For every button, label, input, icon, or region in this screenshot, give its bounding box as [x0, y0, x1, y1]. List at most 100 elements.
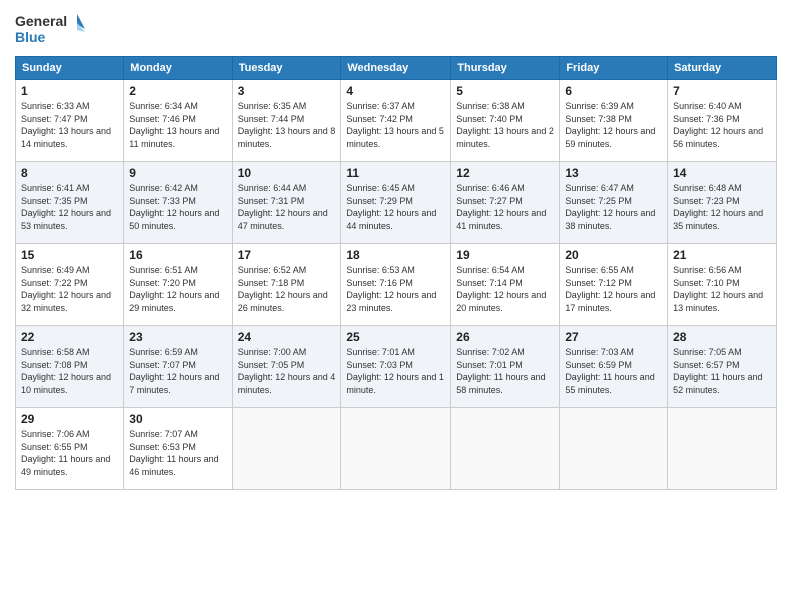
week-row-2: 8 Sunrise: 6:41 AMSunset: 7:35 PMDaylight…	[16, 162, 777, 244]
calendar-cell	[341, 408, 451, 490]
calendar-cell	[232, 408, 341, 490]
day-number: 29	[21, 412, 118, 426]
day-info: Sunrise: 6:37 AMSunset: 7:42 PMDaylight:…	[346, 100, 445, 150]
day-header-saturday: Saturday	[668, 57, 777, 80]
calendar-table: SundayMondayTuesdayWednesdayThursdayFrid…	[15, 56, 777, 490]
calendar-cell: 4 Sunrise: 6:37 AMSunset: 7:42 PMDaylight…	[341, 80, 451, 162]
day-header-monday: Monday	[124, 57, 232, 80]
week-row-5: 29 Sunrise: 7:06 AMSunset: 6:55 PMDayligh…	[16, 408, 777, 490]
calendar-cell: 13Sunrise: 6:47 AMSunset: 7:25 PMDayligh…	[560, 162, 668, 244]
day-number: 10	[238, 166, 336, 180]
calendar-cell: 24 Sunrise: 7:00 AMSunset: 7:05 PMDayligh…	[232, 326, 341, 408]
day-number: 16	[129, 248, 226, 262]
calendar-cell: 15 Sunrise: 6:49 AMSunset: 7:22 PMDayligh…	[16, 244, 124, 326]
day-info: Sunrise: 7:03 AMSunset: 6:59 PMDaylight:…	[565, 346, 662, 396]
day-info: Sunrise: 6:38 AMSunset: 7:40 PMDaylight:…	[456, 100, 554, 150]
calendar-cell: 17 Sunrise: 6:52 AMSunset: 7:18 PMDayligh…	[232, 244, 341, 326]
day-number: 14	[673, 166, 771, 180]
day-number: 12	[456, 166, 554, 180]
calendar-cell: 3Sunrise: 6:35 AMSunset: 7:44 PMDaylight…	[232, 80, 341, 162]
day-info: Sunrise: 6:33 AMSunset: 7:47 PMDaylight:…	[21, 100, 118, 150]
calendar-cell: 25Sunrise: 7:01 AMSunset: 7:03 PMDayligh…	[341, 326, 451, 408]
day-number: 25	[346, 330, 445, 344]
calendar-cell: 27Sunrise: 7:03 AMSunset: 6:59 PMDayligh…	[560, 326, 668, 408]
logo-svg: General Blue	[15, 10, 85, 48]
day-info: Sunrise: 7:07 AMSunset: 6:53 PMDaylight:…	[129, 428, 226, 478]
calendar-cell: 23Sunrise: 6:59 AMSunset: 7:07 PMDayligh…	[124, 326, 232, 408]
calendar-cell: 20 Sunrise: 6:55 AMSunset: 7:12 PMDayligh…	[560, 244, 668, 326]
week-row-3: 15 Sunrise: 6:49 AMSunset: 7:22 PMDayligh…	[16, 244, 777, 326]
calendar-cell: 19Sunrise: 6:54 AMSunset: 7:14 PMDayligh…	[451, 244, 560, 326]
calendar-cell: 6 Sunrise: 6:39 AMSunset: 7:38 PMDaylight…	[560, 80, 668, 162]
calendar-cell: 11 Sunrise: 6:45 AMSunset: 7:29 PMDayligh…	[341, 162, 451, 244]
day-number: 18	[346, 248, 445, 262]
calendar-cell: 21 Sunrise: 6:56 AMSunset: 7:10 PMDayligh…	[668, 244, 777, 326]
day-number: 21	[673, 248, 771, 262]
day-number: 23	[129, 330, 226, 344]
day-number: 4	[346, 84, 445, 98]
day-number: 19	[456, 248, 554, 262]
calendar-cell: 9 Sunrise: 6:42 AMSunset: 7:33 PMDaylight…	[124, 162, 232, 244]
calendar-cell: 7 Sunrise: 6:40 AMSunset: 7:36 PMDaylight…	[668, 80, 777, 162]
day-info: Sunrise: 6:41 AMSunset: 7:35 PMDaylight:…	[21, 182, 118, 232]
day-header-sunday: Sunday	[16, 57, 124, 80]
day-number: 22	[21, 330, 118, 344]
calendar-cell: 16 Sunrise: 6:51 AMSunset: 7:20 PMDayligh…	[124, 244, 232, 326]
calendar-cell: 10 Sunrise: 6:44 AMSunset: 7:31 PMDayligh…	[232, 162, 341, 244]
day-info: Sunrise: 6:49 AMSunset: 7:22 PMDaylight:…	[21, 264, 118, 314]
header: General Blue	[15, 10, 777, 48]
day-info: Sunrise: 6:42 AMSunset: 7:33 PMDaylight:…	[129, 182, 226, 232]
day-number: 8	[21, 166, 118, 180]
day-number: 17	[238, 248, 336, 262]
day-info: Sunrise: 7:06 AMSunset: 6:55 PMDaylight:…	[21, 428, 118, 478]
calendar-cell: 22 Sunrise: 6:58 AMSunset: 7:08 PMDayligh…	[16, 326, 124, 408]
calendar-cell	[668, 408, 777, 490]
day-number: 26	[456, 330, 554, 344]
day-info: Sunrise: 6:55 AMSunset: 7:12 PMDaylight:…	[565, 264, 662, 314]
day-number: 7	[673, 84, 771, 98]
svg-text:General: General	[15, 13, 67, 29]
day-info: Sunrise: 6:52 AMSunset: 7:18 PMDaylight:…	[238, 264, 336, 314]
day-info: Sunrise: 6:58 AMSunset: 7:08 PMDaylight:…	[21, 346, 118, 396]
day-info: Sunrise: 6:53 AMSunset: 7:16 PMDaylight:…	[346, 264, 445, 314]
calendar-cell: 1 Sunrise: 6:33 AMSunset: 7:47 PMDaylight…	[16, 80, 124, 162]
day-number: 2	[129, 84, 226, 98]
day-info: Sunrise: 7:02 AMSunset: 7:01 PMDaylight:…	[456, 346, 554, 396]
calendar-cell: 26 Sunrise: 7:02 AMSunset: 7:01 PMDayligh…	[451, 326, 560, 408]
week-row-1: 1 Sunrise: 6:33 AMSunset: 7:47 PMDaylight…	[16, 80, 777, 162]
day-info: Sunrise: 7:05 AMSunset: 6:57 PMDaylight:…	[673, 346, 771, 396]
day-header-wednesday: Wednesday	[341, 57, 451, 80]
day-info: Sunrise: 7:00 AMSunset: 7:05 PMDaylight:…	[238, 346, 336, 396]
day-number: 28	[673, 330, 771, 344]
day-number: 24	[238, 330, 336, 344]
day-info: Sunrise: 6:56 AMSunset: 7:10 PMDaylight:…	[673, 264, 771, 314]
day-number: 20	[565, 248, 662, 262]
day-number: 15	[21, 248, 118, 262]
calendar-cell: 8 Sunrise: 6:41 AMSunset: 7:35 PMDaylight…	[16, 162, 124, 244]
calendar-cell: 12 Sunrise: 6:46 AMSunset: 7:27 PMDayligh…	[451, 162, 560, 244]
page: General Blue SundayMondayTuesdayWednesda…	[0, 0, 792, 612]
day-info: Sunrise: 6:51 AMSunset: 7:20 PMDaylight:…	[129, 264, 226, 314]
calendar-cell: 2 Sunrise: 6:34 AMSunset: 7:46 PMDaylight…	[124, 80, 232, 162]
day-info: Sunrise: 6:40 AMSunset: 7:36 PMDaylight:…	[673, 100, 771, 150]
day-number: 6	[565, 84, 662, 98]
day-info: Sunrise: 6:44 AMSunset: 7:31 PMDaylight:…	[238, 182, 336, 232]
day-number: 13	[565, 166, 662, 180]
day-number: 30	[129, 412, 226, 426]
day-info: Sunrise: 6:45 AMSunset: 7:29 PMDaylight:…	[346, 182, 445, 232]
calendar-cell	[560, 408, 668, 490]
day-number: 9	[129, 166, 226, 180]
day-number: 11	[346, 166, 445, 180]
calendar-cell: 14Sunrise: 6:48 AMSunset: 7:23 PMDayligh…	[668, 162, 777, 244]
day-info: Sunrise: 6:34 AMSunset: 7:46 PMDaylight:…	[129, 100, 226, 150]
day-header-thursday: Thursday	[451, 57, 560, 80]
day-info: Sunrise: 6:39 AMSunset: 7:38 PMDaylight:…	[565, 100, 662, 150]
day-header-tuesday: Tuesday	[232, 57, 341, 80]
calendar-cell: 5Sunrise: 6:38 AMSunset: 7:40 PMDaylight…	[451, 80, 560, 162]
day-number: 1	[21, 84, 118, 98]
days-header-row: SundayMondayTuesdayWednesdayThursdayFrid…	[16, 57, 777, 80]
day-header-friday: Friday	[560, 57, 668, 80]
day-number: 3	[238, 84, 336, 98]
calendar-cell	[451, 408, 560, 490]
day-info: Sunrise: 6:46 AMSunset: 7:27 PMDaylight:…	[456, 182, 554, 232]
